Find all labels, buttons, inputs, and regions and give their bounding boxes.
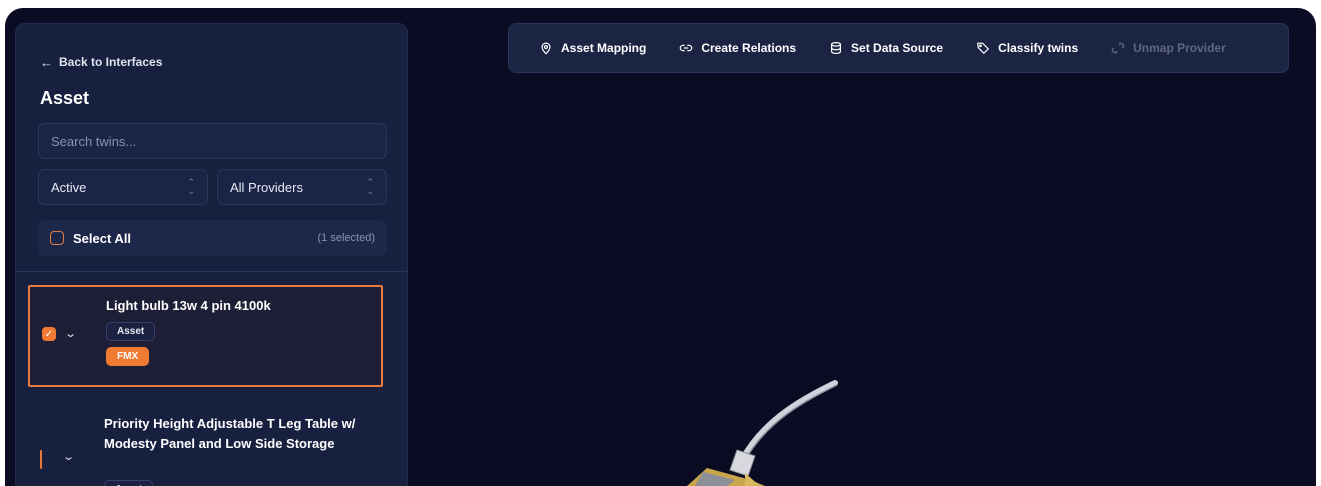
back-link-label: Back to Interfaces — [59, 55, 163, 69]
back-to-interfaces-link[interactable]: ← Back to Interfaces — [40, 55, 162, 69]
twin-type-badge: Asset — [106, 322, 156, 341]
app-window: ← Back to Interfaces Asset Active ⌃⌄ All… — [5, 8, 1316, 486]
search-input[interactable] — [38, 123, 387, 159]
asset-mapping-label: Asset Mapping — [561, 41, 647, 55]
twins-sidebar: ← Back to Interfaces Asset Active ⌃⌄ All… — [15, 23, 408, 486]
provider-badge: FMX — [106, 347, 150, 366]
status-filter-select[interactable]: Active ⌃ ⌄ — [38, 169, 208, 205]
provider-filter-select[interactable]: All Providers ⌃ ⌄ — [217, 169, 387, 205]
asset-mapping-button[interactable]: Asset Mapping — [539, 41, 646, 55]
set-data-source-button[interactable]: Set Data Source — [829, 41, 943, 55]
twin-list-item[interactable]: ⌄ Priority Height Adjustable T Leg Table… — [28, 396, 383, 486]
chevron-down-icon[interactable]: ⌄ — [62, 450, 75, 463]
set-data-source-label: Set Data Source — [851, 41, 944, 55]
status-filter-value: Active — [51, 179, 87, 195]
create-relations-label: Create Relations — [701, 41, 797, 55]
unlink-icon — [1111, 42, 1125, 54]
arrow-left-icon: ← — [40, 54, 53, 70]
divider — [16, 271, 407, 272]
item-checkbox-wrap: ✓ — [42, 327, 56, 341]
twin-name: Priority Height Adjustable T Leg Table w… — [104, 416, 356, 451]
item-checkbox-wrap — [40, 450, 42, 469]
twin-list-item[interactable]: ✓ ⌄ Light bulb 13w 4 pin 4100k Asset FMX — [28, 285, 383, 387]
create-relations-button[interactable]: Create Relations — [679, 41, 796, 55]
item-checkbox[interactable]: ✓ — [42, 327, 56, 341]
action-toolbar: Asset Mapping Create Relations Set Data … — [508, 23, 1289, 73]
twin-name: Light bulb 13w 4 pin 4100k — [106, 298, 271, 313]
3d-viewport[interactable] — [415, 78, 1316, 486]
chevron-up-down-icon: ⌃ ⌄ — [187, 177, 195, 196]
tag-icon — [977, 42, 990, 55]
classify-twins-button[interactable]: Classify twins — [976, 41, 1078, 55]
database-icon — [831, 41, 842, 55]
provider-filter-value: All Providers — [230, 179, 303, 195]
chevron-down-icon[interactable]: ⌄ — [64, 327, 77, 340]
page-title: Asset — [40, 88, 90, 108]
classify-twins-label: Classify twins — [998, 41, 1079, 55]
map-pin-icon — [541, 42, 551, 55]
link-icon — [680, 44, 693, 52]
unmap-provider-label: Unmap Provider — [1133, 41, 1226, 55]
item-checkbox[interactable] — [40, 450, 42, 469]
select-all-row: Select All (1 selected) — [38, 220, 387, 256]
unmap-provider-button[interactable]: Unmap Provider — [1111, 41, 1226, 55]
selected-count: (1 selected) — [317, 232, 375, 244]
twin-type-badge: Asset — [104, 480, 154, 486]
chevron-up-down-icon: ⌃ ⌄ — [366, 177, 374, 196]
select-all-label[interactable]: Select All — [73, 231, 131, 246]
select-all-checkbox[interactable] — [50, 231, 64, 245]
3d-model — [687, 380, 838, 486]
